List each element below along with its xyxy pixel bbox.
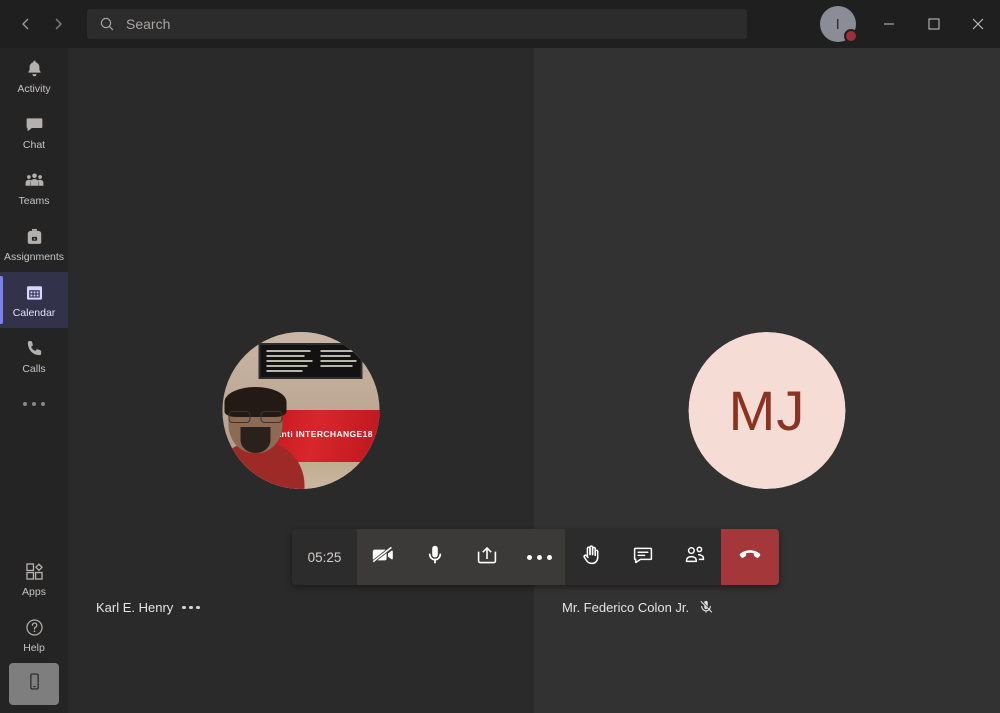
share-screen-icon (475, 543, 499, 572)
show-participants-button[interactable] (669, 529, 721, 585)
chat-icon (24, 113, 45, 135)
sidebar-item-label: Calls (22, 363, 46, 375)
sidebar-item-label: Help (23, 642, 45, 654)
photo-person (222, 387, 307, 489)
search-input[interactable]: Search (87, 9, 747, 39)
sidebar-item-help[interactable]: Help (0, 607, 68, 663)
more-actions-button[interactable] (513, 529, 565, 585)
ellipsis-dot (41, 402, 45, 406)
sidebar-item-chat[interactable]: Chat (0, 104, 68, 160)
call-primary-controls (357, 529, 565, 585)
sidebar-item-apps[interactable]: Apps (0, 551, 68, 607)
calendar-icon (24, 281, 45, 303)
sidebar-item-label: Calendar (12, 307, 56, 319)
call-timer: 05:25 (292, 529, 357, 585)
mobile-phone-icon (25, 672, 44, 696)
apps-icon (24, 560, 45, 582)
ellipsis-dot (23, 402, 27, 406)
microphone-muted-icon (698, 599, 714, 615)
sidebar-item-calls[interactable]: Calls (0, 328, 68, 384)
sidebar-more-button[interactable] (0, 384, 68, 424)
show-conversation-button[interactable] (617, 529, 669, 585)
backpack-icon (24, 225, 45, 247)
call-secondary-controls (565, 529, 721, 585)
participant-name: Karl E. Henry (96, 600, 174, 615)
meeting-stage: ivanti INTERCHANGE18 Karl E. Henry MJ Mr… (68, 48, 1000, 713)
search-icon (99, 16, 115, 32)
sidebar-item-label: Teams (18, 195, 50, 207)
sidebar-item-label: Assignments (3, 251, 65, 263)
toggle-camera-button[interactable] (357, 529, 409, 585)
phone-icon (24, 337, 45, 359)
avatar-initials: MJ (688, 332, 846, 489)
hangup-icon (737, 542, 763, 573)
maximize-button[interactable] (911, 0, 957, 48)
close-button[interactable] (955, 0, 1000, 48)
sidebar-item-label: Apps (22, 586, 46, 598)
raise-hand-icon (579, 543, 603, 572)
participant-tile[interactable]: MJ Mr. Federico Colon Jr. (534, 48, 1000, 713)
forward-button[interactable] (42, 8, 74, 40)
people-icon (683, 543, 707, 572)
teams-meeting-window: Search I Activity Chat Teams Assignments… (0, 0, 1000, 713)
chat-bubble-icon (631, 543, 655, 572)
share-content-button[interactable] (461, 529, 513, 585)
sidebar-item-assignments[interactable]: Assignments (0, 216, 68, 272)
minimize-button[interactable] (866, 0, 912, 48)
sidebar-item-teams[interactable]: Teams (0, 160, 68, 216)
participant-name-bar: Mr. Federico Colon Jr. (562, 599, 714, 615)
raise-hand-button[interactable] (565, 529, 617, 585)
participant-avatar-initials: MJ (688, 332, 846, 489)
bell-icon (24, 57, 45, 79)
toggle-microphone-button[interactable] (409, 529, 461, 585)
ellipsis-dot (196, 605, 200, 610)
participant-more-button[interactable] (182, 605, 200, 610)
sidebar-bottom-group: Apps Help (0, 551, 68, 713)
sidebar-item-calendar[interactable]: Calendar (0, 272, 68, 328)
back-button[interactable] (10, 8, 42, 40)
video-off-icon (371, 543, 395, 572)
ellipsis-icon (526, 554, 552, 560)
ellipsis-dot (182, 605, 186, 610)
participant-name: Mr. Federico Colon Jr. (562, 599, 690, 615)
call-control-bar: 05:25 (292, 529, 779, 585)
ellipsis-dot (189, 605, 193, 610)
participant-name-bar: Karl E. Henry (96, 600, 200, 615)
sidebar-item-activity[interactable]: Activity (0, 48, 68, 104)
presence-badge (844, 29, 858, 43)
photo-directory-board (258, 343, 363, 379)
sidebar-item-label: Activity (17, 83, 51, 95)
avatar[interactable]: I (820, 6, 858, 43)
search-placeholder: Search (126, 16, 171, 32)
ellipsis-dot (32, 402, 36, 406)
teams-icon (24, 169, 45, 191)
hangup-button[interactable] (721, 529, 779, 585)
sidebar-item-label: Chat (22, 139, 46, 151)
app-sidebar: Activity Chat Teams Assignments Calendar… (0, 48, 68, 713)
help-icon (24, 616, 45, 638)
participant-avatar-photo: ivanti INTERCHANGE18 (222, 332, 380, 489)
profile-photo: ivanti INTERCHANGE18 (222, 332, 380, 489)
title-bar: Search I (0, 0, 1000, 48)
participant-tile[interactable]: ivanti INTERCHANGE18 Karl E. Henry (68, 48, 534, 713)
microphone-icon (423, 543, 447, 572)
mobile-app-button[interactable] (9, 663, 59, 705)
